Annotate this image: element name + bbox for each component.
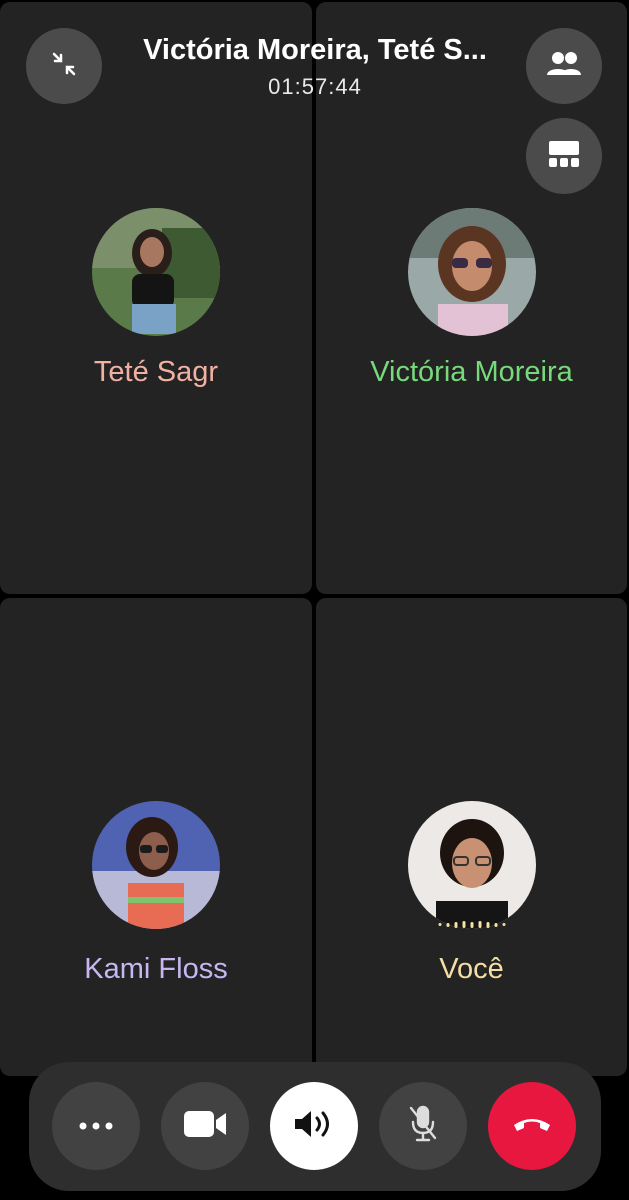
minimize-icon <box>50 50 78 83</box>
speaker-icon <box>293 1108 335 1145</box>
avatar <box>92 208 220 336</box>
people-icon <box>546 51 582 82</box>
avatar <box>407 801 536 929</box>
participant-tile-voce[interactable]: Você <box>316 598 627 1076</box>
more-icon <box>79 1117 113 1135</box>
more-button[interactable] <box>52 1082 140 1170</box>
avatar <box>407 208 536 336</box>
participant-name: Teté Sagr <box>93 356 219 388</box>
minimize-button[interactable] <box>26 28 102 104</box>
speaking-indicator <box>438 921 505 928</box>
mute-button[interactable] <box>379 1082 467 1170</box>
participant-name: Victória Moreira <box>370 356 573 388</box>
participant-name: Você <box>439 953 504 985</box>
participants-button[interactable] <box>526 28 602 104</box>
participant-name: Kami Floss <box>84 953 228 985</box>
participant-tile-kami[interactable]: Kami Floss <box>0 598 312 1076</box>
video-button[interactable] <box>161 1082 249 1170</box>
microphone-muted-icon <box>408 1105 438 1148</box>
video-camera-icon <box>183 1110 227 1143</box>
end-call-icon <box>512 1115 552 1138</box>
call-timer: 01:57:44 <box>268 74 362 99</box>
avatar <box>92 801 220 929</box>
layout-button[interactable] <box>526 118 602 194</box>
call-title: Victória Moreira, Teté S... <box>143 34 487 66</box>
end-call-button[interactable] <box>488 1082 576 1170</box>
grid-layout-icon <box>548 140 580 173</box>
call-controls <box>29 1062 601 1191</box>
speaker-button[interactable] <box>270 1082 358 1170</box>
